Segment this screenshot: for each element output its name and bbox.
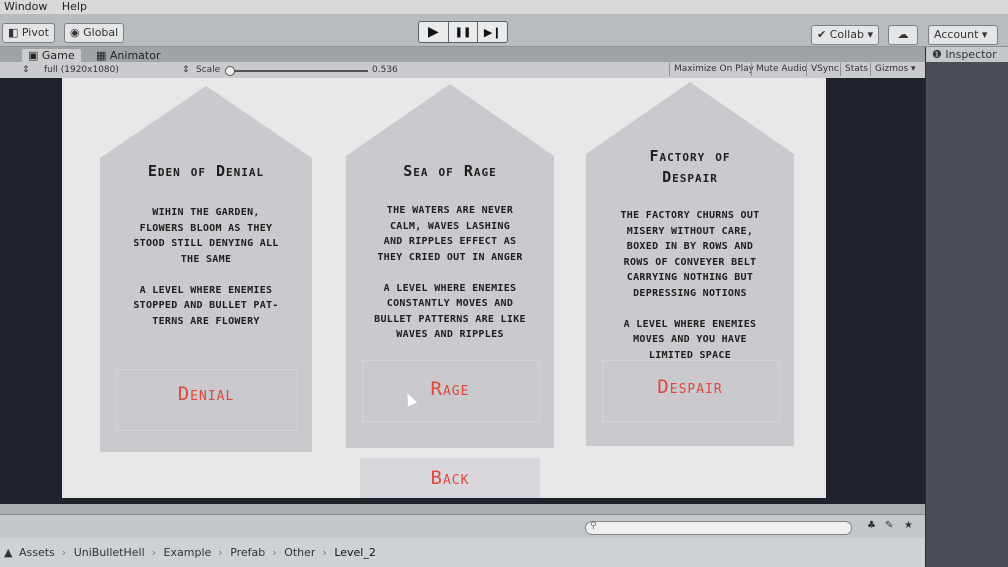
info-icon: ❶	[932, 48, 942, 61]
mute-audio-toggle[interactable]: Mute Audio	[751, 63, 811, 76]
filter-by-type-icon[interactable]: ♣	[867, 520, 876, 531]
pivot-label: Pivot	[21, 26, 49, 39]
global-icon: ◉	[70, 26, 80, 39]
favorites-icon[interactable]: ★	[904, 520, 913, 531]
game-viewport: Eden of Denial Wihin the garden, flowers…	[0, 78, 925, 504]
game-canvas: Eden of Denial Wihin the garden, flowers…	[62, 78, 826, 498]
inspector-panel: ❶ Inspector	[925, 47, 1008, 567]
tab-game-label: Game	[41, 49, 75, 62]
cloud-icon: ☁	[897, 28, 909, 41]
account-button[interactable]: Account ▾	[928, 25, 998, 45]
pause-icon: ❚❚	[454, 26, 472, 38]
breadcrumb-other[interactable]: Other	[284, 546, 315, 559]
project-search-input[interactable]: ⚲	[585, 521, 852, 535]
breadcrumb-separator-icon: ›	[272, 546, 277, 559]
project-panel-header	[0, 504, 925, 514]
level-description: The waters are never calm, waves lashing…	[374, 205, 526, 340]
level-title: Factory of Despair	[649, 147, 731, 186]
search-icon: ⚲	[590, 521, 597, 531]
filter-by-label-icon[interactable]: ✎	[885, 520, 893, 531]
check-icon: ✔	[817, 28, 827, 41]
breadcrumb-prefab[interactable]: Prefab	[230, 546, 265, 559]
menu-help[interactable]: Help	[58, 0, 94, 14]
resolution-chevron-icon[interactable]: ⇕	[182, 64, 190, 76]
tab-inspector[interactable]: ❶ Inspector	[926, 47, 1008, 62]
toolbar: ◧ Pivot ◉ Global ▶ ❚❚ ▶❙ ✔ Collab ▾ ☁ Ac…	[0, 14, 1008, 47]
scale-label: Scale	[196, 65, 221, 75]
collab-label: Collab ▾	[829, 28, 873, 41]
folder-icon: ▲	[4, 546, 13, 559]
level-title: Eden of Denial	[147, 162, 265, 180]
level-card-despair: Factory of Despair The factory churns ou…	[586, 82, 794, 446]
despair-button[interactable]: Despair	[586, 376, 794, 398]
resolution-dropdown[interactable]: full (1920x1080)	[44, 64, 119, 76]
play-button[interactable]: ▶	[419, 22, 449, 42]
project-toolbar: ⚲ ♣ ✎ ★	[0, 514, 925, 539]
pause-button[interactable]: ❚❚	[449, 22, 479, 42]
level-description: The factory churns out misery without ca…	[620, 210, 760, 361]
tab-inspector-label: Inspector	[945, 48, 997, 61]
play-controls: ▶ ❚❚ ▶❙	[418, 21, 508, 43]
level-card-rage: Sea of Rage The waters are never calm, w…	[346, 84, 554, 448]
collab-button[interactable]: ✔ Collab ▾	[811, 25, 879, 45]
breadcrumb-assets[interactable]: Assets	[19, 546, 55, 559]
pivot-toggle[interactable]: ◧ Pivot	[2, 23, 55, 43]
breadcrumb-separator-icon: ›	[61, 546, 67, 559]
breadcrumb-unibullethell[interactable]: UniBulletHell	[74, 546, 145, 559]
global-label: Global	[83, 26, 119, 39]
display-dropdown-icon[interactable]: ⇕	[22, 64, 30, 76]
tab-game[interactable]: ▣ Game	[22, 49, 81, 62]
breadcrumb-separator-icon: ›	[322, 546, 327, 559]
breadcrumb-level-2[interactable]: Level_2	[334, 546, 376, 559]
maximize-on-play-toggle[interactable]: Maximize On Play	[669, 63, 758, 76]
stats-toggle[interactable]: Stats	[840, 63, 872, 76]
menu-bar: Window Help	[0, 0, 1008, 14]
level-description: Wihin the garden, flowers bloom as they …	[133, 207, 279, 327]
level-title: Sea of Rage	[403, 162, 497, 180]
vsync-toggle[interactable]: VSync	[806, 63, 843, 76]
rage-button[interactable]: Rage	[346, 378, 554, 400]
tab-animator[interactable]: ▦ Animator	[90, 49, 166, 62]
back-button[interactable]: Back	[360, 458, 540, 498]
level-card-denial: Eden of Denial Wihin the garden, flowers…	[100, 86, 312, 452]
tab-animator-label: Animator	[109, 49, 161, 62]
step-icon: ▶❙	[483, 25, 502, 39]
editor-tabs: ▣ Game ▦ Animator	[0, 47, 925, 62]
breadcrumb-separator-icon: ›	[218, 546, 223, 559]
pivot-icon: ◧	[8, 26, 19, 39]
play-icon: ▶	[427, 24, 439, 40]
global-toggle[interactable]: ◉ Global	[64, 23, 125, 43]
breadcrumb-example[interactable]: Example	[164, 546, 212, 559]
breadcrumb-separator-icon: ›	[151, 546, 157, 559]
denial-button[interactable]: Denial	[100, 383, 312, 405]
account-label: Account ▾	[934, 28, 988, 41]
menu-window[interactable]: Window	[0, 0, 54, 14]
breadcrumb: ▲ Assets › UniBulletHell › Example › Prefab…	[0, 538, 925, 567]
scale-value: 0.536	[372, 65, 398, 75]
animator-tab-icon: ▦	[96, 49, 107, 62]
step-button[interactable]: ▶❙	[478, 22, 507, 42]
scale-slider-track[interactable]	[228, 70, 368, 72]
game-tab-icon: ▣	[28, 49, 39, 62]
cloud-button[interactable]: ☁	[888, 25, 918, 45]
gizmos-dropdown[interactable]: Gizmos ▾	[870, 63, 920, 76]
game-view-toolbar: ⇕ full (1920x1080) ⇕ Scale 0.536 Maximiz…	[0, 62, 925, 79]
scale-slider-handle[interactable]	[225, 66, 235, 76]
